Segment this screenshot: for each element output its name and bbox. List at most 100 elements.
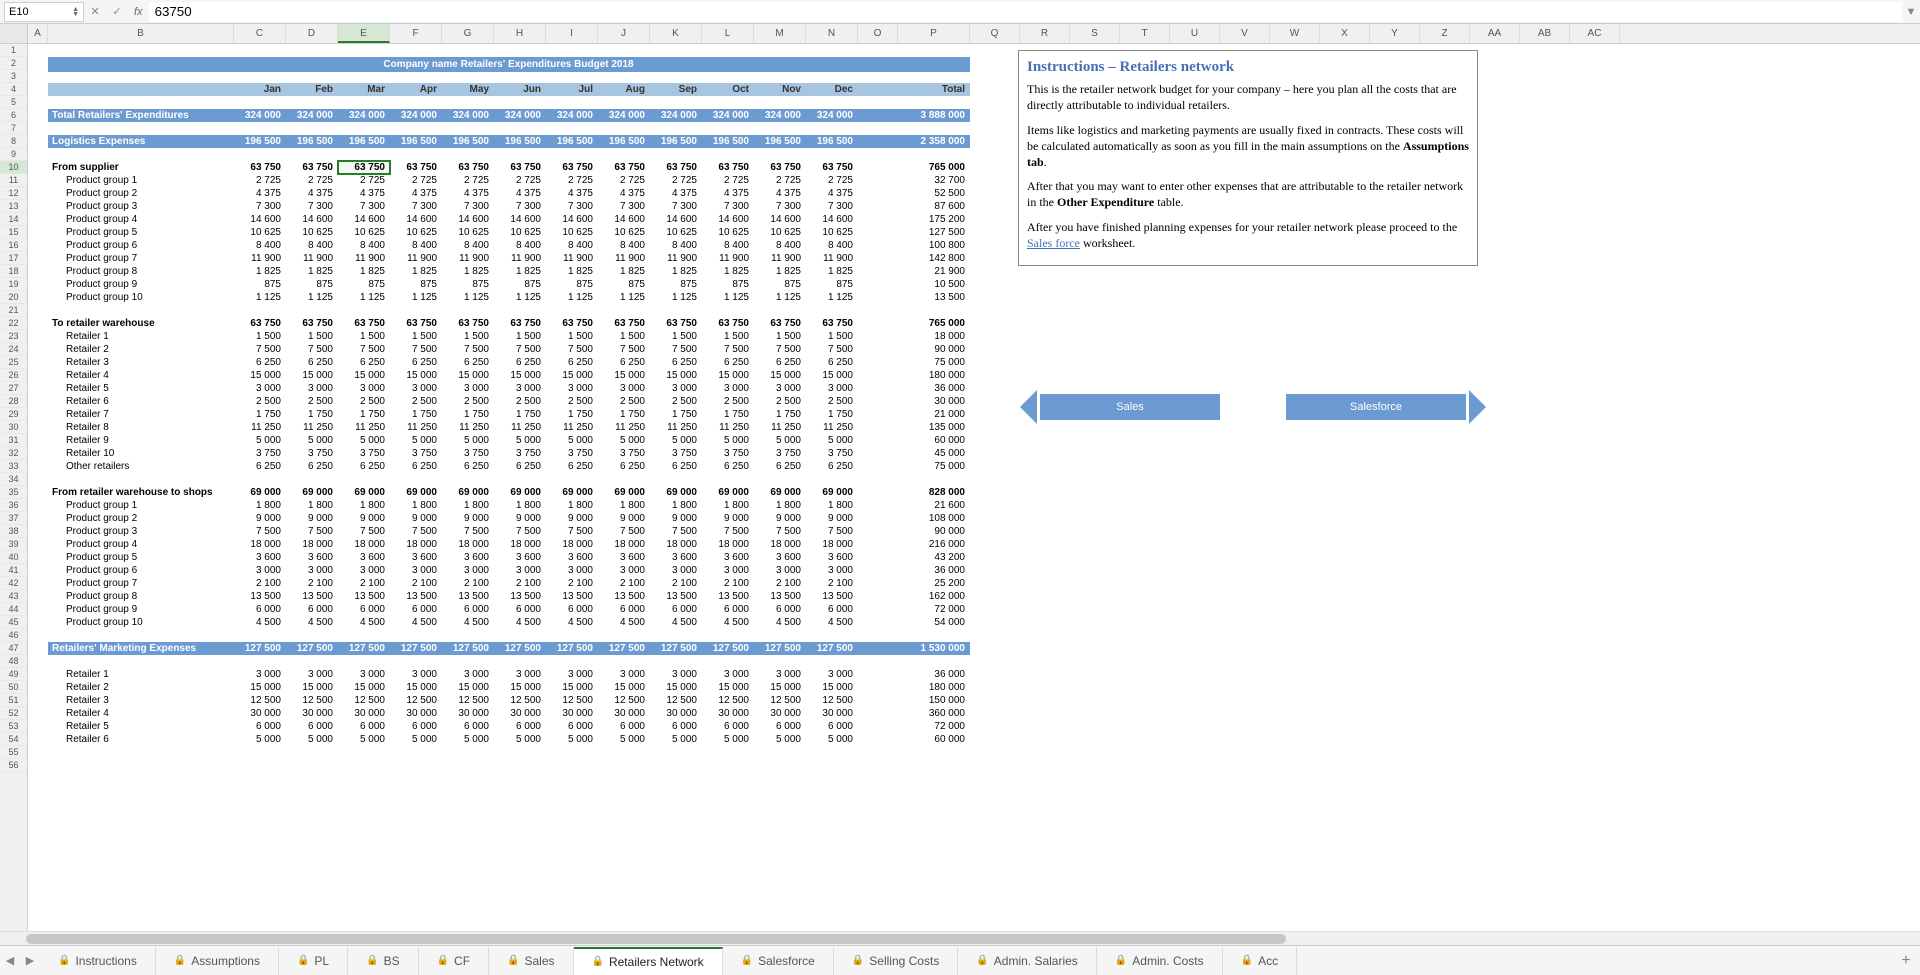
- cell[interactable]: 2 725: [650, 174, 702, 187]
- cell[interactable]: 7 300: [806, 200, 858, 213]
- total-cell[interactable]: 135 000: [898, 421, 970, 434]
- cell[interactable]: 3 000: [286, 564, 338, 577]
- tab-sales[interactable]: 🔒Sales: [489, 947, 573, 975]
- cell[interactable]: 7 500: [234, 343, 286, 356]
- cell[interactable]: 3 000: [338, 564, 390, 577]
- cell[interactable]: 9 000: [390, 512, 442, 525]
- cell[interactable]: 1 825: [234, 265, 286, 278]
- cell[interactable]: 7 500: [234, 525, 286, 538]
- cell[interactable]: 9 000: [754, 512, 806, 525]
- cell[interactable]: 14 600: [234, 213, 286, 226]
- cell[interactable]: 9 000: [442, 512, 494, 525]
- cell[interactable]: 11 250: [338, 421, 390, 434]
- cell[interactable]: 196 500: [754, 135, 806, 148]
- cell[interactable]: 18 000: [442, 538, 494, 551]
- cell[interactable]: 13 500: [754, 590, 806, 603]
- cell[interactable]: 63 750: [390, 161, 442, 174]
- cell[interactable]: 63 750: [494, 161, 546, 174]
- fx-icon[interactable]: fx: [134, 6, 143, 18]
- nav-next-button[interactable]: Salesforce: [1286, 394, 1466, 420]
- cell[interactable]: 1 125: [494, 291, 546, 304]
- col-header-V[interactable]: V: [1220, 24, 1270, 43]
- cell[interactable]: 4 375: [338, 187, 390, 200]
- cell[interactable]: 7 300: [546, 200, 598, 213]
- cell[interactable]: 3 000: [806, 668, 858, 681]
- cell[interactable]: 10 625: [390, 226, 442, 239]
- cell[interactable]: 13 500: [338, 590, 390, 603]
- cell[interactable]: 1 125: [598, 291, 650, 304]
- cell[interactable]: 69 000: [702, 486, 754, 499]
- scrollbar-thumb[interactable]: [26, 934, 1286, 944]
- cell[interactable]: 12 500: [754, 694, 806, 707]
- cell[interactable]: 12 500: [650, 694, 702, 707]
- cell[interactable]: 6 000: [390, 720, 442, 733]
- cell[interactable]: 2 500: [338, 395, 390, 408]
- row-header-55[interactable]: 55: [0, 746, 27, 759]
- cell[interactable]: 196 500: [650, 135, 702, 148]
- col-header-F[interactable]: F: [390, 24, 442, 43]
- formula-accept-icon[interactable]: ✓: [106, 5, 128, 18]
- cell[interactable]: 1 125: [754, 291, 806, 304]
- cell[interactable]: 196 500: [806, 135, 858, 148]
- cell[interactable]: 63 750: [806, 317, 858, 330]
- total-cell[interactable]: 90 000: [898, 343, 970, 356]
- cell[interactable]: 7 500: [494, 525, 546, 538]
- cell[interactable]: 2 100: [598, 577, 650, 590]
- cell[interactable]: 6 250: [754, 460, 806, 473]
- cell[interactable]: 18 000: [806, 538, 858, 551]
- cell[interactable]: 3 750: [494, 447, 546, 460]
- total-cell[interactable]: 216 000: [898, 538, 970, 551]
- formula-cancel-icon[interactable]: ✕: [84, 5, 106, 18]
- cell[interactable]: 1 500: [338, 330, 390, 343]
- cell[interactable]: 18 000: [650, 538, 702, 551]
- cell[interactable]: 2 500: [650, 395, 702, 408]
- tab-acc[interactable]: 🔒Acc: [1223, 947, 1297, 975]
- cell[interactable]: 5 000: [338, 733, 390, 746]
- cell[interactable]: 14 600: [494, 213, 546, 226]
- tab-retailers-network[interactable]: 🔒Retailers Network: [574, 947, 723, 975]
- cell[interactable]: 2 725: [754, 174, 806, 187]
- cell[interactable]: 6 250: [650, 460, 702, 473]
- cell[interactable]: 6 250: [338, 356, 390, 369]
- cell[interactable]: 11 250: [806, 421, 858, 434]
- row-header-4[interactable]: 4: [0, 83, 27, 96]
- cell[interactable]: 3 000: [390, 668, 442, 681]
- cell[interactable]: 324 000: [286, 109, 338, 122]
- cell[interactable]: 15 000: [390, 681, 442, 694]
- cell[interactable]: 11 900: [598, 252, 650, 265]
- cell[interactable]: 6 000: [494, 720, 546, 733]
- cell[interactable]: 15 000: [338, 369, 390, 382]
- cell[interactable]: 8 400: [494, 239, 546, 252]
- cell[interactable]: 10 625: [286, 226, 338, 239]
- cell[interactable]: 63 750: [234, 317, 286, 330]
- cell[interactable]: 18 000: [546, 538, 598, 551]
- total-cell[interactable]: 10 500: [898, 278, 970, 291]
- cell[interactable]: 3 000: [234, 564, 286, 577]
- cell[interactable]: 69 000: [286, 486, 338, 499]
- cell[interactable]: 15 000: [442, 681, 494, 694]
- cell[interactable]: 2 725: [806, 174, 858, 187]
- cell[interactable]: 7 500: [390, 343, 442, 356]
- select-all-corner[interactable]: [0, 24, 28, 43]
- add-sheet-button[interactable]: +: [1892, 952, 1920, 970]
- cell[interactable]: 3 600: [390, 551, 442, 564]
- cell[interactable]: 3 000: [338, 668, 390, 681]
- cell[interactable]: 1 750: [702, 408, 754, 421]
- cell[interactable]: 8 400: [286, 239, 338, 252]
- cell[interactable]: 875: [390, 278, 442, 291]
- cell[interactable]: 11 900: [806, 252, 858, 265]
- cell[interactable]: 3 600: [338, 551, 390, 564]
- cell[interactable]: 1 500: [546, 330, 598, 343]
- row-header-48[interactable]: 48: [0, 655, 27, 668]
- cell[interactable]: 3 000: [494, 382, 546, 395]
- cell[interactable]: 1 125: [702, 291, 754, 304]
- cell[interactable]: 7 500: [338, 343, 390, 356]
- cell[interactable]: 3 000: [702, 382, 754, 395]
- col-header-G[interactable]: G: [442, 24, 494, 43]
- cell[interactable]: 13 500: [390, 590, 442, 603]
- cell[interactable]: 6 000: [390, 603, 442, 616]
- cell[interactable]: 324 000: [442, 109, 494, 122]
- cell[interactable]: 6 000: [650, 720, 702, 733]
- cell[interactable]: 3 000: [546, 564, 598, 577]
- cell[interactable]: 3 600: [702, 551, 754, 564]
